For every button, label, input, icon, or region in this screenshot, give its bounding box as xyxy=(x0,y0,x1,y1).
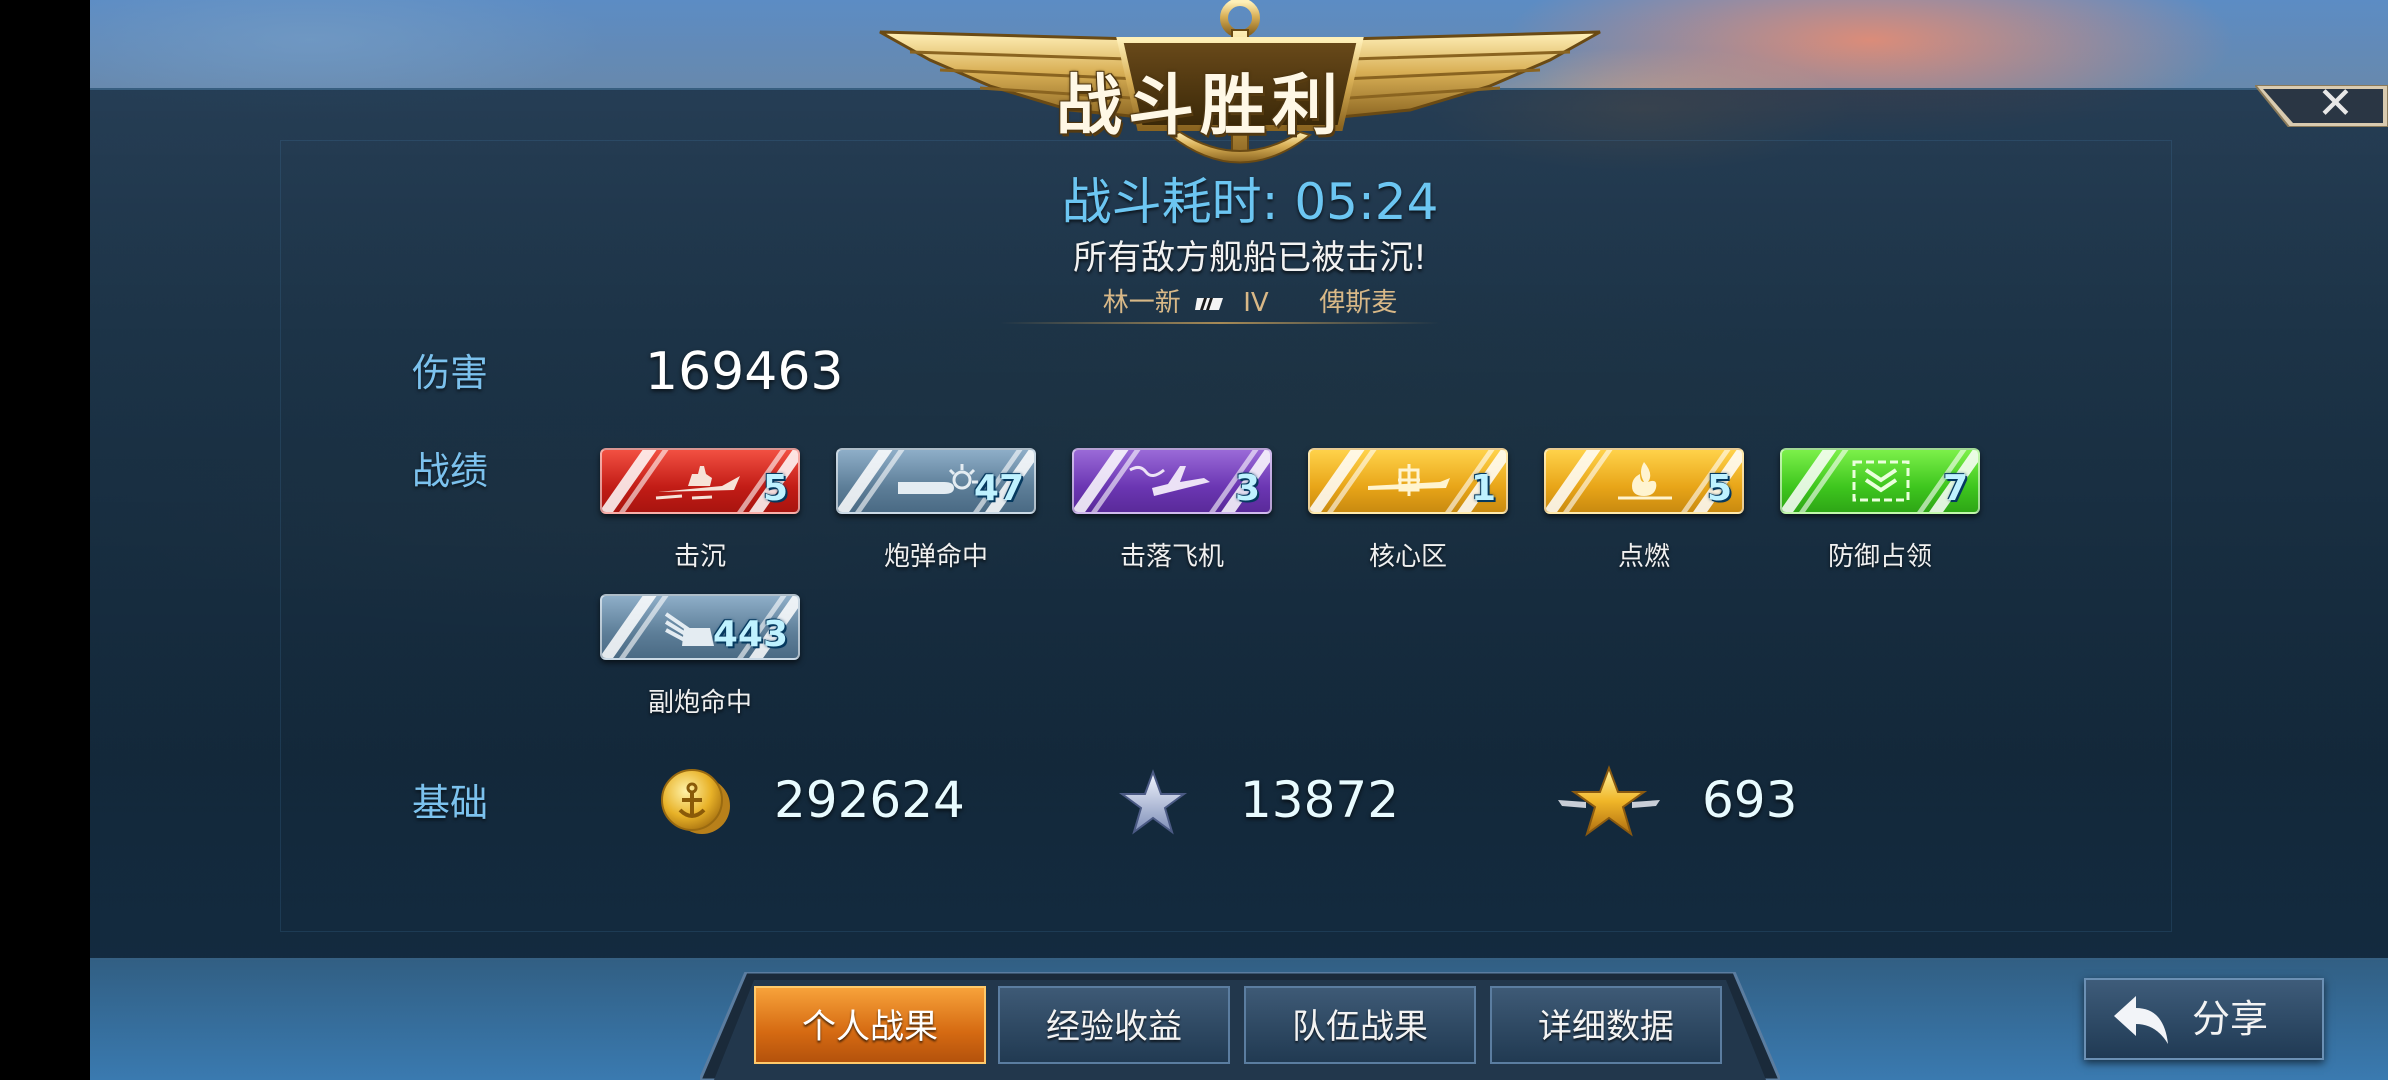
ship-tier: IV xyxy=(1243,288,1269,318)
medal-secondary-hits[interactable]: 443 xyxy=(600,594,800,660)
battle-duration: 战斗耗时: 05:24 xyxy=(1061,173,1439,231)
medal-citadel-label: 核心区 xyxy=(1368,542,1447,572)
share-arrow-icon xyxy=(2114,996,2168,1044)
medal-citadel-plate: 1 xyxy=(1308,448,1508,514)
medal-planes-shot[interactable]: 3 xyxy=(1072,448,1272,514)
commander-exp-value: 693 xyxy=(1702,771,1798,829)
victory-title: 战斗胜利 xyxy=(1056,67,1344,144)
medal-secondary-hits-count: 443 xyxy=(712,614,788,655)
close-button[interactable]: ✕ xyxy=(2255,79,2388,129)
achievements-label: 战绩 xyxy=(412,449,489,493)
plane-shotdown-icon xyxy=(1129,465,1210,496)
medal-secondary-hits-plate: 443 xyxy=(600,594,800,660)
shell-hit-icon xyxy=(898,464,978,494)
tab-team-results[interactable]: 队伍战果 xyxy=(1244,986,1476,1064)
tab-personal-results[interactable]: 个人战果 xyxy=(754,986,986,1064)
damage-value: 169463 xyxy=(645,342,844,402)
fire-icon xyxy=(1618,462,1672,500)
credits-coin-icon xyxy=(661,769,730,834)
medal-defense-capture-count: 7 xyxy=(1942,468,1968,509)
medal-secondary-hits-label: 副炮命中 xyxy=(647,688,752,718)
medal-planes-shot-count: 3 xyxy=(1234,468,1260,509)
medal-citadel[interactable]: 1 xyxy=(1308,448,1508,514)
damage-label: 伤害 xyxy=(412,351,489,395)
share-button[interactable]: 分享 xyxy=(2084,978,2324,1060)
citadel-icon xyxy=(1368,464,1450,496)
player-ship-info: 林一新 IV 俾斯麦 xyxy=(1000,284,1500,324)
commander-exp-icon xyxy=(1558,765,1660,837)
tab-exp-earnings[interactable]: 经验收益 xyxy=(998,986,1230,1064)
battle-result-message: 所有敌方舰船已被击沉! xyxy=(1073,238,1427,278)
medal-fire[interactable]: 5 xyxy=(1544,448,1744,514)
ship-name: 俾斯麦 xyxy=(1319,288,1398,318)
medal-citadel-count: 1 xyxy=(1470,468,1496,509)
credits-value: 292624 xyxy=(774,771,965,829)
base-label: 基础 xyxy=(412,781,489,825)
medal-sink-plate: 5 xyxy=(600,448,800,514)
medal-shell-hits-label: 炮弹命中 xyxy=(883,542,988,572)
medal-fire-plate: 5 xyxy=(1544,448,1744,514)
nation-flag-icon xyxy=(1195,297,1223,310)
share-label: 分享 xyxy=(2192,997,2269,1041)
medal-defense-capture-label: 防御占领 xyxy=(1827,542,1932,572)
experience-value: 13872 xyxy=(1240,771,1400,829)
experience-star-icon xyxy=(1118,769,1188,835)
defense-capture-icon xyxy=(1852,460,1910,502)
header-divider xyxy=(1000,322,1440,324)
medal-shell-hits[interactable]: 47 xyxy=(836,448,1036,514)
medal-defense-capture[interactable]: 7 xyxy=(1780,448,1980,514)
medal-sink-label: 击沉 xyxy=(673,542,726,572)
player-name: 林一新 xyxy=(1102,288,1181,318)
medal-shell-hits-count: 47 xyxy=(973,468,1024,509)
medal-fire-count: 5 xyxy=(1706,468,1732,509)
tab-detailed-data[interactable]: 详细数据 xyxy=(1490,986,1722,1064)
medal-sink[interactable]: 5 xyxy=(600,448,800,514)
medal-defense-capture-plate: 7 xyxy=(1780,448,1980,514)
medal-planes-shot-label: 击落飞机 xyxy=(1119,542,1224,572)
close-icon: ✕ xyxy=(2317,78,2354,129)
medal-shell-hits-plate: 47 xyxy=(836,448,1036,514)
medal-fire-label: 点燃 xyxy=(1617,542,1670,572)
ship-sinking-icon xyxy=(655,466,740,500)
medal-planes-shot-plate: 3 xyxy=(1072,448,1272,514)
medal-sink-count: 5 xyxy=(762,468,788,509)
